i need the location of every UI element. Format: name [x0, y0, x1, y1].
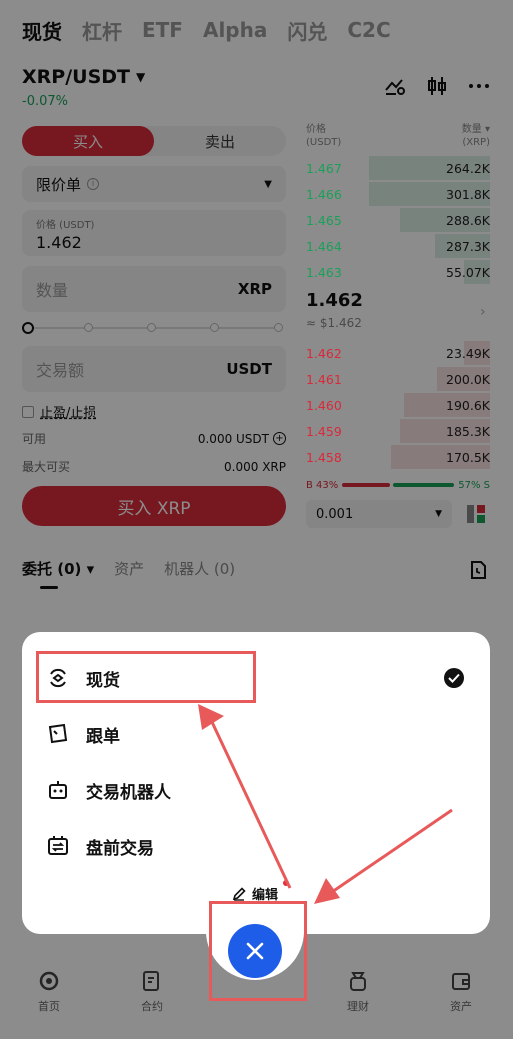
- ob-qty: 200.0K: [446, 371, 490, 387]
- ob-qty: 301.8K: [446, 186, 490, 202]
- ob-price: 1.464: [306, 238, 342, 254]
- ob-price: 1.458: [306, 449, 342, 465]
- menu-item-premarket-label: 盘前交易: [86, 838, 154, 859]
- annotation-box-close: [209, 901, 307, 1001]
- check-icon: [444, 668, 464, 688]
- ob-price: 1.466: [306, 186, 342, 202]
- menu-item-premarket[interactable]: 盘前交易: [22, 818, 490, 874]
- annotation-box-spot: [36, 651, 256, 703]
- app-root: 现货 杠杆 ETF Alpha 闪兑 C2C XRP/USDT ▼ -0.07%…: [0, 0, 513, 1039]
- premarket-icon: [46, 834, 70, 858]
- ob-qty: 55.07K: [446, 264, 490, 280]
- ob-price: 1.465: [306, 212, 342, 228]
- ob-price: 1.459: [306, 423, 342, 439]
- robot-icon: [46, 778, 70, 802]
- ob-qty: 287.3K: [446, 238, 490, 254]
- ob-qty: 170.5K: [446, 449, 490, 465]
- menu-item-trading-bot-label: 交易机器人: [86, 782, 171, 803]
- ob-qty: 288.6K: [446, 212, 490, 228]
- ob-qty: 190.6K: [446, 397, 490, 413]
- copy-trading-icon: [46, 722, 70, 746]
- ob-qty: 264.2K: [446, 160, 490, 176]
- ob-qty: 185.3K: [446, 423, 490, 439]
- menu-item-trading-bot[interactable]: 交易机器人: [22, 762, 490, 818]
- notification-dot: [283, 880, 289, 886]
- ob-price: 1.462: [306, 345, 342, 361]
- menu-item-copy-trading[interactable]: 跟单: [22, 706, 490, 762]
- ob-qty: 23.49K: [446, 345, 490, 361]
- ob-price: 1.463: [306, 264, 342, 280]
- ob-price: 1.460: [306, 397, 342, 413]
- menu-item-copy-trading-label: 跟单: [86, 726, 120, 747]
- pencil-icon: [232, 886, 246, 901]
- ob-price: 1.467: [306, 160, 342, 176]
- ob-price: 1.461: [306, 371, 342, 387]
